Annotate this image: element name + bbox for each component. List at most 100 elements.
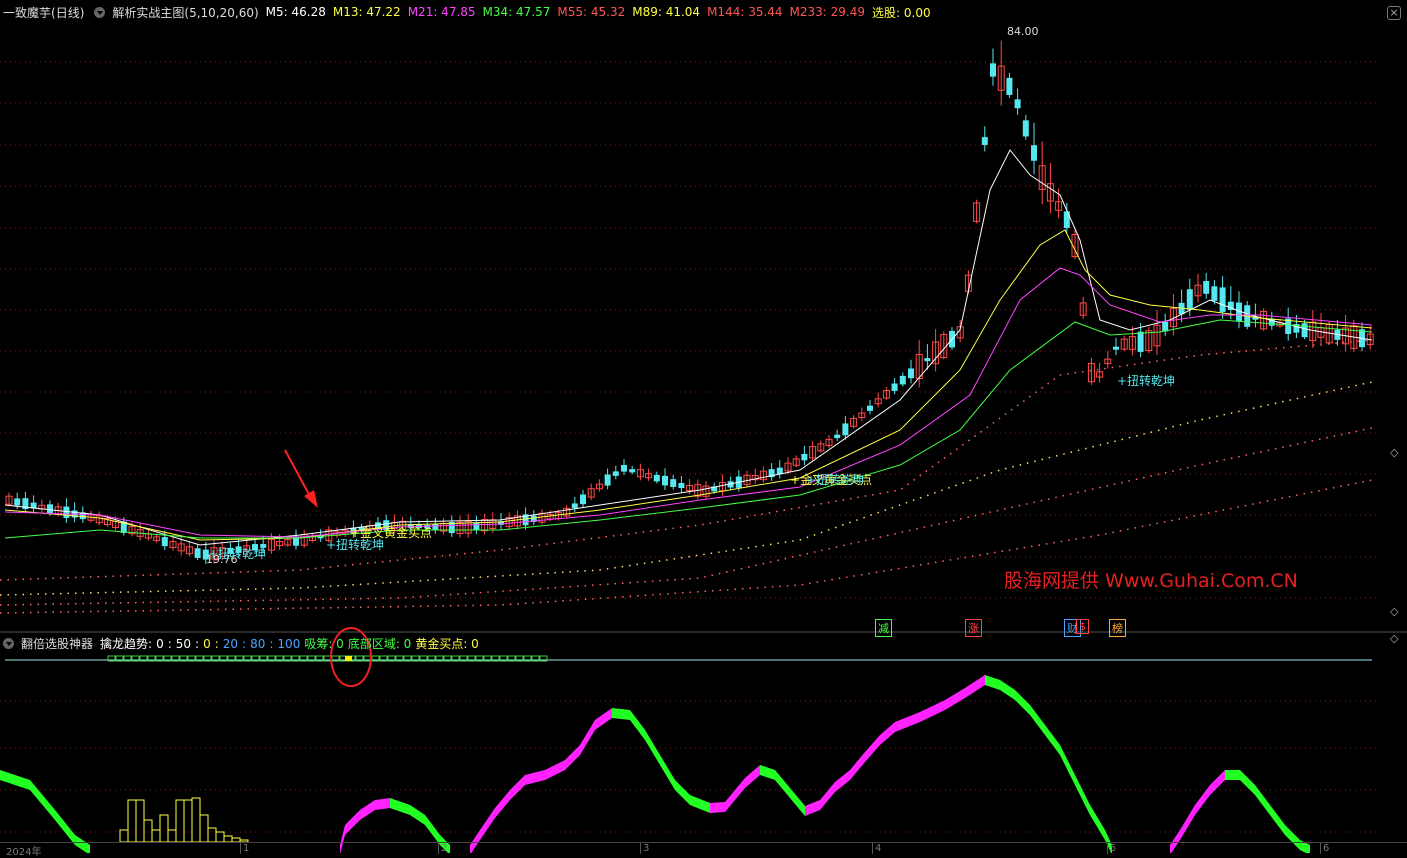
candle-down (899, 375, 906, 385)
histogram-bar (175, 799, 185, 843)
oscillator-segment (1060, 745, 1075, 785)
oscillator-segment (775, 770, 790, 798)
candle-down (834, 434, 841, 439)
candle-down (1006, 77, 1013, 95)
signal-tag: 涨 (965, 619, 982, 637)
histogram-bar (199, 814, 209, 843)
candle-down (678, 482, 685, 489)
candle-down (908, 368, 914, 379)
candle-down (604, 474, 611, 486)
oscillator-segment (880, 722, 895, 745)
oscillator-segment (985, 675, 1000, 690)
month-label: 6 (1320, 843, 1329, 854)
month-label: 1 (240, 843, 249, 854)
oscillator-segment (1240, 770, 1255, 795)
candle-down (801, 453, 808, 461)
signal-tag: $ (1076, 619, 1089, 634)
candle-down (1203, 280, 1210, 294)
candle-down (981, 137, 988, 146)
oscillator-segment (30, 780, 55, 820)
histogram-bar (215, 831, 225, 843)
candle-down (1014, 99, 1021, 109)
kline-chart[interactable]: 84.0019.76+金叉黄金买点+扭转乾坤+扭转乾坤+金叉黄金买点+扭转乾坤+… (0, 0, 1407, 853)
candle-down (842, 423, 849, 436)
month-label: 4 (872, 843, 881, 854)
candle-down (670, 479, 677, 487)
month-label: 2 (438, 843, 447, 854)
signal-annotation: +扭转乾坤 (1117, 373, 1175, 388)
signal-annotation: +扭转乾坤 (806, 472, 864, 487)
year-label: 2024年 (6, 847, 42, 858)
candle-down (621, 464, 627, 472)
oscillator-segment (410, 805, 425, 825)
histogram-bar (183, 799, 193, 843)
candle-down (571, 503, 578, 509)
oscillator-segment (612, 708, 630, 720)
sub-value: 20 (222, 636, 239, 651)
oscillator-segment (0, 770, 30, 790)
oscillator-segment (1000, 680, 1015, 700)
oscillator-segment (480, 808, 495, 840)
oscillator-segment (820, 782, 835, 810)
oscillator-segment (55, 810, 75, 845)
oscillator-segment (525, 770, 545, 785)
sub-value: 50 (175, 636, 192, 651)
candle-down (1162, 321, 1169, 332)
candle-down (1137, 331, 1144, 352)
sub-value: : (167, 636, 172, 651)
signal-annotation: +扭转乾坤 (208, 546, 266, 561)
sub-value: 0 (156, 636, 164, 651)
sub-value: 80 (250, 636, 266, 651)
candle-down (612, 471, 619, 476)
oscillator-segment (1210, 770, 1225, 795)
oscillator-segment (805, 800, 820, 816)
oscillator-segment (495, 790, 510, 818)
sub-value: 100 (277, 636, 301, 651)
sub-indicator-name[interactable]: 翻倍选股神器 (21, 635, 93, 652)
oscillator-segment (1045, 725, 1060, 755)
x-axis: 2024年 1 2 3 4 5 6 (0, 842, 1407, 858)
oscillator-segment (1180, 805, 1195, 840)
oscillator-segment (345, 810, 360, 835)
high-price-label: 84.00 (1007, 25, 1039, 38)
signal-tag: 榜 (1109, 619, 1126, 637)
sub-indicator-menu-icon[interactable] (3, 637, 14, 649)
histogram-bar (135, 799, 145, 843)
sub-value: 0 (203, 636, 211, 651)
oscillator-segment (510, 775, 525, 800)
candle-down (1219, 287, 1226, 312)
histogram-bar (207, 827, 217, 843)
oscillator-segment (790, 788, 805, 816)
oscillator-segment (645, 730, 660, 765)
oscillator-segment (1030, 705, 1045, 735)
oscillator-segment (580, 720, 595, 755)
candle-down (194, 548, 201, 558)
oscillator-segment (710, 802, 725, 813)
candle-down (1301, 323, 1308, 338)
candle-down (629, 469, 636, 473)
sub-value: 擒龙趋势: (100, 636, 153, 651)
candle-down (1186, 289, 1193, 310)
sub-value: : (214, 636, 219, 651)
histogram-bar (119, 829, 129, 843)
ma34-line (4, 319, 1373, 539)
candle-down (990, 63, 996, 77)
histogram-bar (167, 829, 177, 843)
oscillator-segment (725, 790, 735, 812)
month-label: 3 (640, 843, 649, 854)
candle-down (891, 383, 898, 391)
oscillator-segment (745, 765, 760, 788)
oscillator-segment (1270, 805, 1285, 835)
arrow-icon-head (304, 490, 318, 508)
sub-value: : (195, 636, 200, 651)
sub-value: : (269, 636, 274, 651)
trend-cell-active (345, 656, 352, 661)
oscillator-segment (690, 795, 710, 813)
sub-value: : (242, 636, 247, 651)
candle-down (662, 475, 668, 486)
histogram-bar (127, 799, 137, 843)
histogram-bar (159, 814, 169, 843)
candle-down (47, 504, 53, 514)
histogram-bar (191, 797, 201, 843)
sub-value: 黄金买点: 0 (415, 636, 479, 651)
